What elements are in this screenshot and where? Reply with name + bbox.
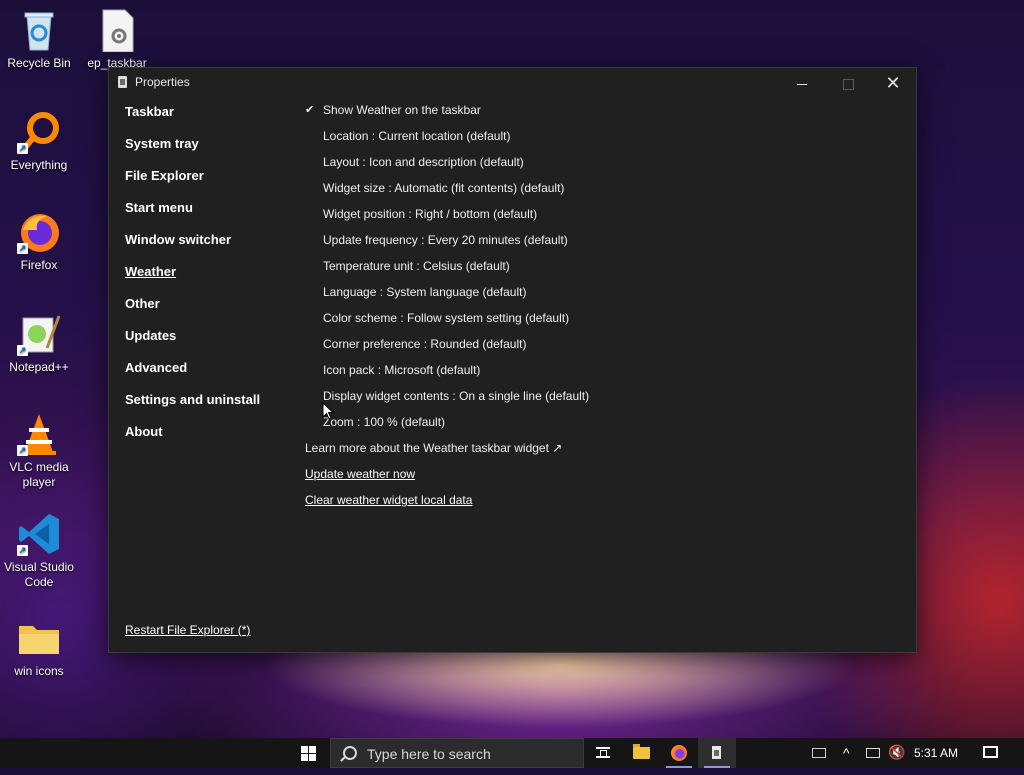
notepad-plus-plus-icon: ↗ [17,312,61,356]
option-location[interactable]: Location : Current location (default) [305,128,885,154]
desktop-icon-everything[interactable]: ↗ Everything [0,110,78,173]
option-layout[interactable]: Layout : Icon and description (default) [305,154,885,180]
weather-settings-panel: ✔ Show Weather on the taskbar Location :… [305,102,885,518]
update-weather-now-link[interactable]: Update weather now [305,466,885,492]
show-weather-label: Show Weather on the taskbar [323,103,481,117]
start-button[interactable] [288,738,330,768]
option-widget-position[interactable]: Widget position : Right / bottom (defaul… [305,206,885,232]
vscode-icon: ↗ [17,512,61,556]
option-display-widget-contents[interactable]: Display widget contents : On a single li… [305,388,885,414]
desktop-icon-notepad-plus-plus[interactable]: ↗ Notepad++ [0,312,78,375]
option-icon-pack[interactable]: Icon pack : Microsoft (default) [305,362,885,388]
recycle-bin-icon [17,8,61,52]
task-view-button[interactable] [584,738,622,768]
settings-file-icon [95,8,139,53]
search-placeholder: Type here to search [367,746,491,762]
checkmark-icon: ✔ [305,104,315,116]
network-icon[interactable] [866,748,880,758]
nav-item-start-menu[interactable]: Start menu [125,200,295,232]
properties-taskbar-button[interactable] [698,738,736,768]
clear-weather-data-link[interactable]: Clear weather widget local data [305,492,885,518]
folder-icon [17,616,61,660]
properties-app-icon [712,746,721,759]
desktop-icon-label: Recycle Bin [7,56,71,70]
title-bar[interactable]: Properties ✕ [109,68,916,98]
window-title: Properties [135,75,190,89]
properties-window: Properties ✕ Taskbar System tray File Ex… [108,67,917,653]
option-corner-preference[interactable]: Corner preference : Rounded (default) [305,336,885,362]
firefox-taskbar-button[interactable] [660,738,698,768]
mouse-cursor-icon [322,402,334,420]
vlc-cone-icon: ↗ [17,412,61,456]
show-weather-checkbox[interactable]: ✔ Show Weather on the taskbar [305,102,885,128]
desktop-icon-vscode[interactable]: ↗ Visual Studio Code [0,512,78,590]
close-button[interactable]: ✕ [870,68,916,98]
nav-item-window-switcher[interactable]: Window switcher [125,232,295,264]
desktop-icon-label: Everything [10,158,68,172]
nav-item-weather[interactable]: Weather [125,264,295,296]
nav-item-taskbar[interactable]: Taskbar [125,104,295,136]
nav-item-file-explorer[interactable]: File Explorer [125,168,295,200]
app-icon [118,76,127,88]
shortcut-arrow-icon: ↗ [17,243,28,254]
search-icon [343,746,357,760]
learn-more-link[interactable]: Learn more about the Weather taskbar wid… [305,440,885,466]
minimize-button[interactable] [779,68,825,98]
desktop-icon-recycle-bin[interactable]: Recycle Bin [0,8,78,71]
taskbar: Type here to search ^ 🔇 5:31 AM [0,738,1024,768]
volume-muted-icon[interactable]: 🔇 [888,744,905,774]
nav-item-system-tray[interactable]: System tray [125,136,295,168]
input-indicator-icon[interactable] [812,748,826,758]
maximize-icon [842,78,854,90]
nav-item-updates[interactable]: Updates [125,328,295,360]
minimize-icon [797,83,807,85]
desktop-icon-label: Notepad++ [9,360,69,374]
shortcut-arrow-icon: ↗ [17,143,28,154]
nav-item-about[interactable]: About [125,424,295,456]
option-language[interactable]: Language : System language (default) [305,284,885,310]
desktop-icon-label: win icons [14,664,64,678]
restart-file-explorer-link[interactable]: Restart File Explorer (*) [125,623,250,637]
option-zoom[interactable]: Zoom : 100 % (default) [305,414,885,440]
task-view-icon [596,747,610,758]
nav-item-settings-and-uninstall[interactable]: Settings and uninstall [125,392,295,424]
desktop-icon-ep-taskbar[interactable]: ep_taskbar [78,8,156,71]
file-explorer-button[interactable] [622,738,660,768]
shortcut-arrow-icon: ↗ [17,445,28,456]
show-hidden-icons-chevron-up-icon[interactable]: ^ [843,745,850,775]
shortcut-arrow-icon: ↗ [17,545,28,556]
option-temperature-unit[interactable]: Temperature unit : Celsius (default) [305,258,885,284]
desktop-icon-label: VLC media player [9,460,69,489]
everything-search-icon: ↗ [17,110,61,154]
sidebar-nav: Taskbar System tray File Explorer Start … [125,104,295,456]
option-widget-size[interactable]: Widget size : Automatic (fit contents) (… [305,180,885,206]
desktop-icon-firefox[interactable]: ↗ Firefox [0,210,78,273]
option-color-scheme[interactable]: Color scheme : Follow system setting (de… [305,310,885,336]
firefox-icon [671,745,687,761]
firefox-icon: ↗ [17,210,61,254]
close-icon: ✕ [885,73,901,93]
option-update-frequency[interactable]: Update frequency : Every 20 minutes (def… [305,232,885,258]
taskbar-search-box[interactable]: Type here to search [330,738,584,768]
nav-item-other[interactable]: Other [125,296,295,328]
maximize-button[interactable] [825,68,871,98]
windows-logo-icon [301,746,316,761]
desktop-icon-label: Visual Studio Code [4,560,74,589]
taskbar-clock[interactable]: 5:31 AM [914,746,958,760]
desktop-icon-win-icons[interactable]: win icons [0,616,78,679]
notification-center-icon[interactable] [983,746,998,758]
folder-icon [633,744,650,759]
desktop-icon-label: Firefox [20,258,58,272]
shortcut-arrow-icon: ↗ [17,345,28,356]
desktop-icon-vlc[interactable]: ↗ VLC media player [0,412,78,490]
nav-item-advanced[interactable]: Advanced [125,360,295,392]
